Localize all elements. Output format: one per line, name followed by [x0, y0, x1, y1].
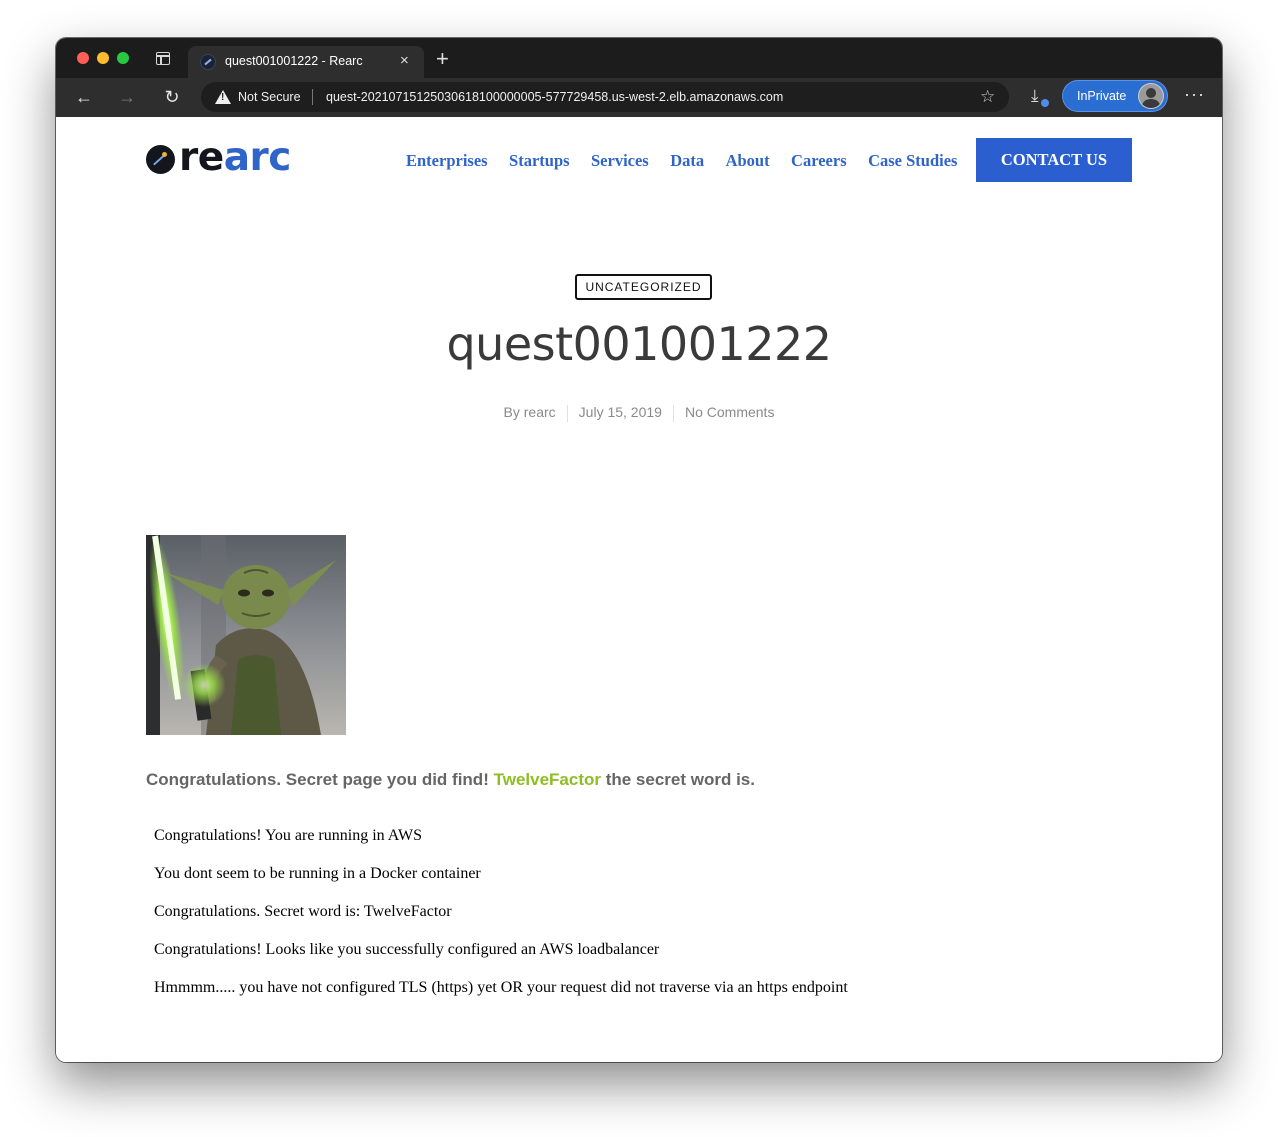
results-list: Congratulations! You are running in AWS … [154, 827, 848, 1017]
title-bar: quest001001222 - Rearc × + [56, 38, 1222, 78]
result-line: Hmmmm..... you have not configured TLS (… [154, 979, 848, 996]
inprivate-label: InPrivate [1077, 89, 1127, 103]
result-line: You dont seem to be running in a Docker … [154, 865, 481, 882]
tab-actions-icon[interactable] [156, 52, 170, 65]
add-favorite-icon[interactable]: ☆ [980, 87, 995, 107]
yoda-image [146, 535, 346, 735]
post-author[interactable]: By rearc [493, 404, 567, 420]
contact-us-button[interactable]: CONTACT US [976, 138, 1132, 182]
minimize-window-button[interactable] [97, 52, 109, 64]
logo-suffix: arc [223, 135, 292, 180]
nav-enterprises[interactable]: Enterprises [406, 151, 488, 171]
maximize-window-button[interactable] [117, 52, 129, 64]
post-meta: By rearc July 15, 2019 No Comments [56, 404, 1222, 422]
secret-prefix: Congratulations. Secret page you did fin… [146, 770, 494, 789]
secret-message: Congratulations. Secret page you did fin… [146, 770, 755, 790]
post-title: quest001001222 [446, 317, 832, 371]
profile-avatar-icon [1139, 84, 1163, 108]
browser-tab[interactable]: quest001001222 - Rearc × [188, 46, 424, 78]
more-menu-icon[interactable]: ··· [1184, 84, 1205, 105]
tab-close-icon[interactable]: × [400, 53, 409, 69]
result-line: Congratulations! Looks like you successf… [154, 941, 660, 958]
nav-services[interactable]: Services [591, 151, 649, 171]
post-comments[interactable]: No Comments [674, 404, 785, 420]
logo-wordmark: rearc [179, 135, 291, 180]
rocket-logo-icon [146, 145, 175, 174]
yoda-picture [146, 535, 346, 735]
tab-title: quest001001222 - Rearc [225, 54, 363, 68]
nav-careers[interactable]: Careers [791, 151, 847, 171]
close-window-button[interactable] [77, 52, 89, 64]
secret-word-link[interactable]: TwelveFactor [494, 770, 601, 789]
downloads-badge [1041, 99, 1049, 107]
url-text[interactable]: quest-20210715125030618100000005-5777294… [326, 90, 783, 104]
inprivate-profile-button[interactable]: InPrivate [1063, 81, 1167, 111]
nav-about[interactable]: About [726, 151, 770, 171]
address-divider [312, 89, 313, 105]
main-nav: Enterprises Startups Services Data About… [406, 151, 974, 171]
address-bar[interactable]: Not Secure quest-20210715125030618100000… [201, 82, 1009, 112]
result-line: Congratulations. Secret word is: TwelveF… [154, 903, 452, 920]
nav-case-studies[interactable]: Case Studies [868, 151, 957, 171]
forward-button[interactable]: → [117, 87, 137, 107]
new-tab-button[interactable]: + [436, 48, 449, 70]
result-line: Congratulations! You are running in AWS [154, 827, 423, 844]
security-indicator[interactable]: Not Secure [238, 90, 301, 104]
rearc-favicon-icon [200, 54, 216, 70]
logo-prefix: re [179, 135, 224, 180]
post-date[interactable]: July 15, 2019 [568, 404, 673, 420]
web-page: rearc Enterprises Startups Services Data… [56, 117, 1222, 1062]
warning-icon [215, 90, 231, 104]
browser-window: quest001001222 - Rearc × + ← → ↻ Not Sec… [56, 38, 1222, 1062]
browser-toolbar: ← → ↻ Not Secure quest-20210715125030618… [56, 78, 1222, 117]
secret-suffix: the secret word is. [600, 770, 755, 789]
nav-startups[interactable]: Startups [509, 151, 570, 171]
refresh-button[interactable]: ↻ [162, 87, 182, 107]
back-button[interactable]: ← [74, 87, 94, 107]
nav-data[interactable]: Data [670, 151, 704, 171]
category-badge[interactable]: UNCATEGORIZED [575, 274, 712, 300]
downloads-icon[interactable]: ⤓ [1031, 86, 1039, 106]
